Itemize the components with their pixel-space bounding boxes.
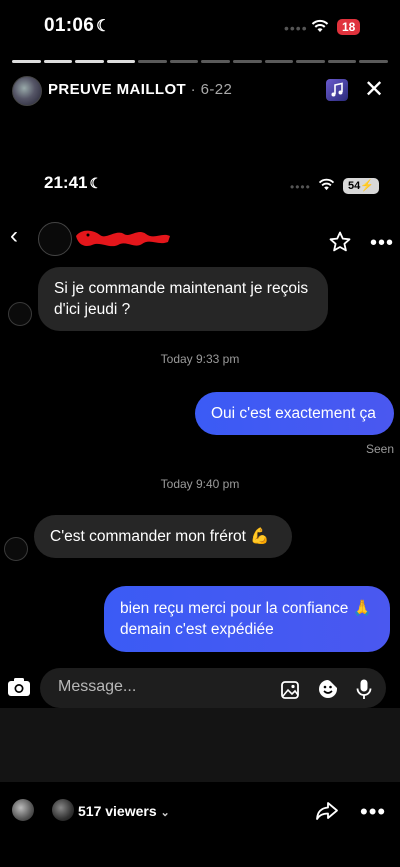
battery-indicator: 54⚡ (343, 178, 379, 194)
progress-segment (327, 60, 357, 63)
viewer-avatar[interactable] (12, 799, 34, 821)
redaction-scribble (76, 230, 170, 247)
timestamp: Today 9:33 pm (160, 352, 240, 366)
message-line: Si je commande maintenant je reçois (54, 280, 309, 297)
story-username[interactable]: PREUVE MAILLOT (48, 81, 186, 98)
keyboard-area (0, 708, 400, 782)
status-time-text: 01:06 (44, 15, 95, 36)
contact-avatar[interactable] (38, 222, 72, 256)
story-progress-bar (12, 60, 388, 64)
progress-segment (43, 60, 73, 63)
battery-level: 18 (342, 20, 356, 34)
sender-avatar (4, 537, 28, 561)
message-incoming[interactable]: C'est commander mon frérot 💪 (34, 515, 292, 558)
viewer-avatar[interactable] (52, 799, 74, 821)
progress-segment (359, 60, 388, 63)
camera-icon[interactable] (6, 674, 32, 700)
battery-level: 54 (348, 180, 361, 192)
wifi-icon (311, 19, 329, 32)
progress-segment (12, 60, 41, 63)
progress-segment (75, 60, 104, 63)
chevron-down-icon: ⌄ (160, 807, 170, 819)
message-input[interactable]: Message... (58, 678, 136, 696)
battery-indicator: 18 (337, 19, 361, 35)
progress-segment (138, 60, 167, 63)
progress-segment (233, 60, 262, 63)
back-icon[interactable]: ‹ (10, 222, 18, 250)
message-outgoing[interactable]: Oui c'est exactement ça (195, 392, 394, 435)
message-line: d'ici jeudi ? (54, 301, 131, 318)
status-time: 01:06 ☾ (44, 15, 111, 37)
message-line: Oui c'est exactement ça (211, 405, 376, 422)
progress-segment (169, 60, 199, 63)
message-incoming[interactable]: Si je commande maintenant je reçois d'ic… (38, 267, 328, 331)
moon-icon: ☾ (89, 175, 103, 191)
music-icon[interactable] (326, 79, 348, 101)
progress-segment (296, 60, 325, 63)
progress-segment (106, 60, 136, 63)
inner-status-time: 21:41 ☾ (44, 173, 102, 193)
message-outgoing[interactable]: bien reçu merci pour la confiance 🙏 dema… (104, 586, 390, 652)
story-header[interactable]: PREUVE MAILLOT · 6-22 (48, 81, 232, 98)
more-icon[interactable]: ••• (370, 232, 394, 255)
timestamp: Today 9:40 pm (160, 477, 240, 491)
message-line: demain c'est expédiée (120, 621, 274, 638)
close-icon[interactable]: ✕ (364, 76, 384, 104)
seen-status: Seen (366, 442, 395, 456)
inner-time-text: 21:41 (44, 173, 88, 192)
message-line: bien reçu merci pour la confiance 🙏 (120, 600, 372, 617)
story-age: · 6-22 (186, 81, 233, 98)
share-icon[interactable] (314, 798, 340, 824)
gallery-icon[interactable] (280, 678, 302, 700)
viewers-count[interactable]: 517 viewers ⌄ (78, 803, 170, 819)
progress-segment (264, 60, 294, 63)
more-icon[interactable]: ••• (360, 799, 386, 825)
progress-segment (201, 60, 231, 63)
wifi-icon (318, 178, 335, 191)
star-icon[interactable] (328, 230, 352, 254)
sender-avatar (8, 302, 32, 326)
signal-dots-icon: •••• (284, 20, 308, 36)
story-avatar[interactable] (12, 76, 42, 106)
message-line: C'est commander mon frérot 💪 (50, 528, 270, 545)
viewers-label[interactable]: 517 viewers (78, 803, 157, 819)
sticker-icon[interactable] (317, 678, 339, 700)
microphone-icon[interactable] (353, 678, 375, 700)
signal-dots-icon: •••• (290, 180, 311, 194)
moon-icon: ☾ (96, 18, 111, 35)
